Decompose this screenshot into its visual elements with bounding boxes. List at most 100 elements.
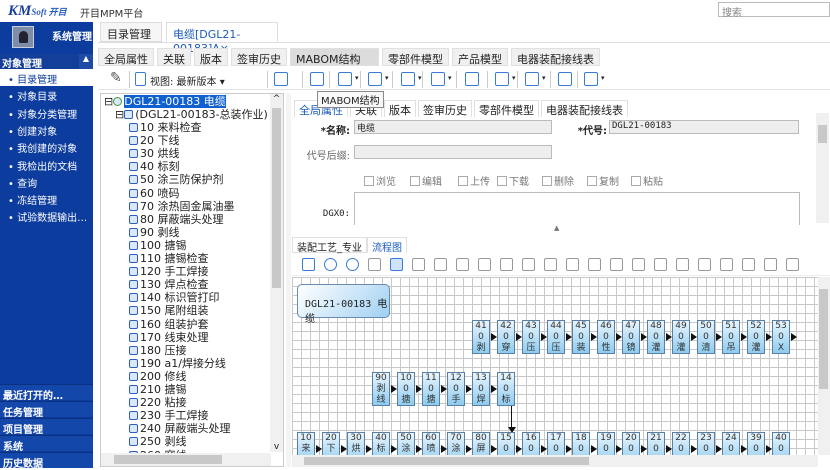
sidebar-item[interactable]: • 试验数据输出… <box>0 207 93 224</box>
tree-item[interactable]: 20 下线 <box>129 134 180 147</box>
tree-item[interactable]: 130 焊点检查 <box>129 278 209 291</box>
tree-item[interactable]: 190 a1/焊接分线 <box>129 357 226 370</box>
flowchart-tool-icon[interactable] <box>632 258 645 271</box>
file-button[interactable]: 删除 <box>542 173 574 188</box>
toolbar-button-icon[interactable] <box>338 72 352 86</box>
sidebar-section[interactable]: 项目管理 <box>0 418 93 434</box>
flow-node[interactable]: 230 <box>697 432 715 455</box>
inner-tab[interactable]: 版本 <box>384 100 416 117</box>
flow-node[interactable]: 400 <box>772 432 790 455</box>
flow-node[interactable]: 410剥 <box>472 320 490 354</box>
flow-node[interactable]: 170 <box>547 432 565 455</box>
edit-icon[interactable]: ✎ <box>110 70 122 86</box>
flowchart-tool-icon[interactable] <box>324 258 337 271</box>
tree-item[interactable]: 30 烘线 <box>129 147 180 160</box>
flowchart-tool-icon[interactable] <box>698 258 711 271</box>
dropdown-arrow-icon[interactable]: ▾ <box>448 74 452 82</box>
tree-item[interactable]: 70 涂热固金属油墨 <box>129 200 235 213</box>
flow-node[interactable]: 480灌 <box>647 320 665 354</box>
flow-node[interactable]: 100搪 <box>397 372 415 406</box>
flowchart-tool-icon[interactable] <box>346 258 359 271</box>
toolbar-button-icon[interactable] <box>495 72 509 86</box>
flow-node[interactable]: 520灌 <box>747 320 765 354</box>
flow-node[interactable]: 120手 <box>447 372 465 406</box>
toolbar-button-icon[interactable] <box>558 72 572 86</box>
flow-node[interactable]: 460性 <box>597 320 615 354</box>
form-scrollbar[interactable] <box>816 113 829 223</box>
suffix-field[interactable] <box>354 145 552 159</box>
flow-node[interactable]: 530X <box>772 320 790 354</box>
flow-node[interactable]: 220 <box>672 432 690 455</box>
tree-item[interactable]: 250 剥线 <box>129 435 187 448</box>
tree-item[interactable]: 200 修线 <box>129 370 187 383</box>
inner-tab[interactable]: 零部件模型 <box>474 100 539 117</box>
flowchart-tool-icon[interactable] <box>720 258 733 271</box>
sidebar-item[interactable]: • 对象目录 <box>0 86 93 103</box>
flow-node[interactable]: 130焊 <box>472 372 490 406</box>
sidebar-item[interactable]: • 创建对象 <box>0 121 93 138</box>
tree-child[interactable]: ⊟(DGL21-00183-总装作业) 电缆 <box>115 108 284 121</box>
sidebar-item[interactable]: • 我检出的文档 <box>0 156 93 173</box>
file-button[interactable]: 编辑 <box>410 173 442 188</box>
flow-node[interactable]: 430压 <box>522 320 540 354</box>
toolbar-button-icon[interactable] <box>584 72 598 86</box>
toolbar-button-icon[interactable] <box>401 72 415 86</box>
tree-item[interactable]: 180 压接 <box>129 344 187 357</box>
flowchart-tool-icon[interactable] <box>478 258 491 271</box>
flowchart-tool-icon[interactable] <box>742 258 755 271</box>
flow-node[interactable]: 470镜 <box>622 320 640 354</box>
flow-node[interactable]: 50涂 <box>397 432 415 455</box>
file-button[interactable]: 复制 <box>587 173 619 188</box>
inner-tab[interactable]: 签审历史 <box>418 100 472 117</box>
flow-node[interactable]: 420穿 <box>497 320 515 354</box>
tree-item[interactable]: 240 屏蔽端头处理 <box>129 422 231 435</box>
flow-node[interactable]: 500清 <box>697 320 715 354</box>
flow-node[interactable]: 160 <box>522 432 540 455</box>
subtab[interactable]: 零部件模型 <box>382 48 449 66</box>
dropdown-arrow-icon[interactable]: ▾ <box>355 74 359 82</box>
flow-node[interactable]: 180 <box>572 432 590 455</box>
dgx-field[interactable] <box>354 192 800 225</box>
subtab[interactable]: 产品模型 <box>452 48 508 66</box>
flow-root-node[interactable]: DGL21-00183 电缆 <box>297 284 390 318</box>
dropdown-arrow-icon[interactable]: ▾ <box>601 74 605 82</box>
flow-node[interactable]: 90剥线 <box>372 372 390 406</box>
splitter[interactable] <box>286 93 291 467</box>
tab-assembly[interactable]: 装配工艺_专业 <box>292 237 367 253</box>
subtab[interactable]: 关联 <box>157 48 191 66</box>
tree-horizontal-scrollbar[interactable] <box>101 453 271 466</box>
tab-cable-document[interactable]: 电缆[DGL21-00183]A× <box>166 22 278 42</box>
flowchart-tool-icon[interactable] <box>654 258 667 271</box>
search-input[interactable]: 搜索 <box>718 2 830 17</box>
flow-node[interactable]: 440压 <box>547 320 565 354</box>
toolbar-button-icon[interactable] <box>431 72 445 86</box>
canvas-horizontal-scrollbar[interactable] <box>292 455 818 467</box>
inner-tab[interactable]: 电器装配接线表 <box>541 100 628 117</box>
flowchart-tool-icon[interactable] <box>676 258 689 271</box>
flow-node[interactable]: 510吊 <box>722 320 740 354</box>
sidebar-section[interactable]: 系统 <box>0 435 93 451</box>
tree-item[interactable]: 10 来料检查 <box>129 121 202 134</box>
tree-item[interactable]: 90 剥线 <box>129 226 180 239</box>
flowchart-tool-icon[interactable] <box>368 258 381 271</box>
flowchart-tool-icon[interactable] <box>588 258 601 271</box>
name-field[interactable]: 电缆 <box>354 120 552 134</box>
tree-item[interactable]: 50 涂三防保护剂 <box>129 173 224 186</box>
tree-item[interactable]: 120 手工焊接 <box>129 265 209 278</box>
sidebar-item[interactable]: • 对象分类管理 <box>0 104 93 121</box>
section-object-management[interactable]: 对象管理▲ <box>0 54 93 69</box>
flowchart-tool-icon[interactable] <box>434 258 447 271</box>
sidebar-section[interactable]: 历史数据 <box>0 452 93 468</box>
tree-item[interactable]: 40 标刻 <box>129 160 180 173</box>
tree-root[interactable]: ⊟DGL21-00183 电缆 <box>104 95 226 108</box>
tree-item[interactable]: 80 屏蔽端头处理 <box>129 213 224 226</box>
dropdown-arrow-icon[interactable]: ▾ <box>512 74 516 82</box>
flow-node[interactable]: 210 <box>647 432 665 455</box>
flow-node[interactable]: 240 <box>722 432 740 455</box>
sidebar-section[interactable]: 最近打开的… <box>0 384 93 400</box>
sidebar-item[interactable]: • 冻结管理 <box>0 190 93 207</box>
tree-item[interactable]: 170 线束处理 <box>129 331 209 344</box>
toolbar-button-icon[interactable] <box>368 72 382 86</box>
file-button[interactable]: 上传 <box>458 173 490 188</box>
tree-item[interactable]: 100 搪锡 <box>129 239 187 252</box>
